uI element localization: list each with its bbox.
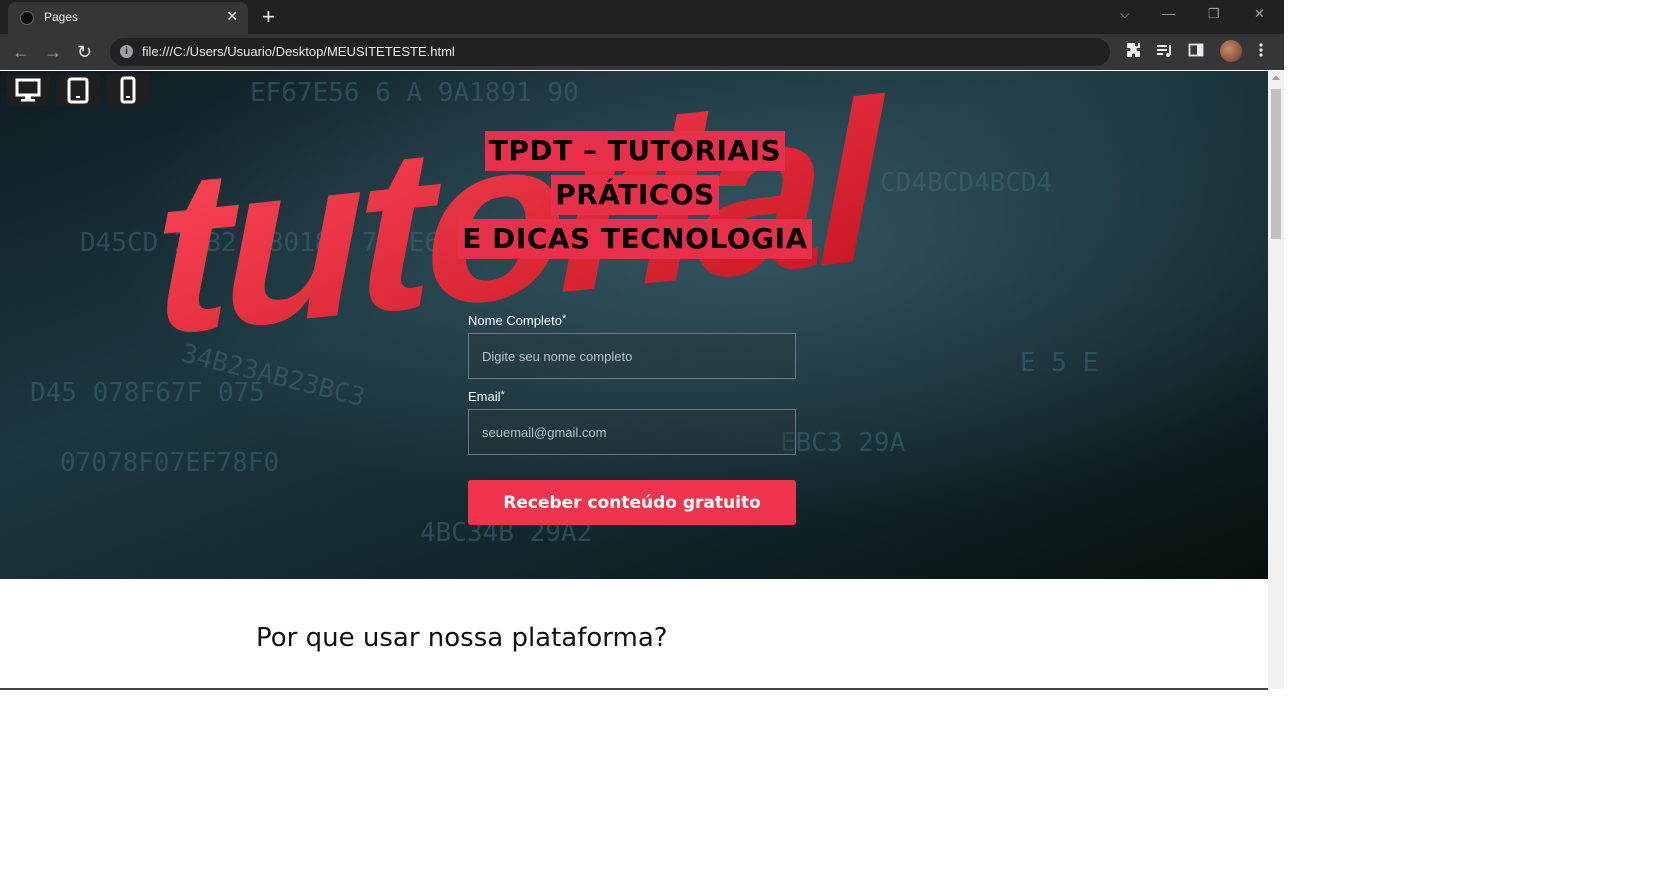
site-info-icon[interactable]: i xyxy=(120,45,133,58)
minimize-button[interactable]: — xyxy=(1162,6,1175,21)
hero-section: EF67E56 6 A 9A1891 90 D45CD 2AB2 18018F … xyxy=(0,71,1268,579)
page-scrollbar[interactable] xyxy=(1268,71,1284,689)
browser-toolbar: ← → ↻ i file:///C:/Users/Usuario/Desktop… xyxy=(0,34,1284,70)
profile-avatar[interactable] xyxy=(1220,40,1242,62)
svg-text:D45 078F67F 075: D45 078F67F 075 xyxy=(30,378,265,408)
hero-title-line: TPDT – TUTORIAIS xyxy=(484,131,786,171)
extensions-icon[interactable] xyxy=(1126,42,1142,63)
side-panel-icon[interactable] xyxy=(1188,42,1204,63)
reading-list-icon[interactable] xyxy=(1156,42,1174,63)
hero-title-line: E DICAS TECNOLOGIA xyxy=(458,219,812,259)
hero-title-line: PRÁTICOS xyxy=(551,175,719,215)
name-label: Nome Completo* xyxy=(468,313,567,328)
reload-button[interactable]: ↻ xyxy=(77,42,92,63)
web-page: EF67E56 6 A 9A1891 90 D45CD 2AB2 18018F … xyxy=(0,71,1268,869)
menu-icon[interactable] xyxy=(1259,42,1263,63)
tablet-view-icon[interactable] xyxy=(56,74,100,106)
browser-tab[interactable]: Pages ✕ xyxy=(8,2,248,34)
back-button[interactable]: ← xyxy=(12,42,30,63)
mobile-view-icon[interactable] xyxy=(106,74,150,106)
email-label: Email* xyxy=(468,389,505,404)
address-bar[interactable]: i file:///C:/Users/Usuario/Desktop/MEUSI… xyxy=(110,38,1110,66)
scrollbar-thumb[interactable] xyxy=(1271,89,1281,239)
svg-text:E 5 E: E 5 E xyxy=(1020,348,1098,378)
required-marker: * xyxy=(500,389,505,401)
required-marker: * xyxy=(561,313,567,325)
close-tab-icon[interactable]: ✕ xyxy=(226,8,238,25)
svg-text:EBC3 29A: EBC3 29A xyxy=(780,428,906,458)
name-input[interactable] xyxy=(468,333,796,379)
restore-button[interactable]: ❐ xyxy=(1208,6,1220,22)
hero-title: TPDT – TUTORIAIS PRÁTICOS E DICAS TECNOL… xyxy=(440,131,830,263)
new-tab-button[interactable]: + xyxy=(262,4,275,30)
scroll-up-icon[interactable] xyxy=(1272,75,1280,80)
url-text[interactable]: file:///C:/Users/Usuario/Desktop/MEUSITE… xyxy=(142,44,455,59)
email-input[interactable] xyxy=(468,409,796,455)
close-window-button[interactable]: ✕ xyxy=(1254,6,1265,22)
svg-text:07078F07EF78F0: 07078F07EF78F0 xyxy=(60,448,279,478)
favicon-icon xyxy=(20,11,34,25)
section-title: Por que usar nossa plataforma? xyxy=(256,623,668,653)
forward-button[interactable]: → xyxy=(44,42,62,63)
desktop-view-icon[interactable] xyxy=(6,74,50,106)
submit-button[interactable]: Receber conteúdo gratuito xyxy=(468,480,796,525)
svg-text:CD4BCD4BCD4: CD4BCD4BCD4 xyxy=(880,168,1052,198)
tab-search-icon[interactable]: ⌵ xyxy=(1120,6,1130,22)
tab-strip: Pages ✕ + ⌵ — ❐ ✕ xyxy=(0,0,1284,34)
section-divider xyxy=(0,688,1268,690)
tab-title: Pages xyxy=(44,10,79,24)
browser-window: Pages ✕ + ⌵ — ❐ ✕ ← → ↻ i file:///C:/Use… xyxy=(0,0,1284,869)
